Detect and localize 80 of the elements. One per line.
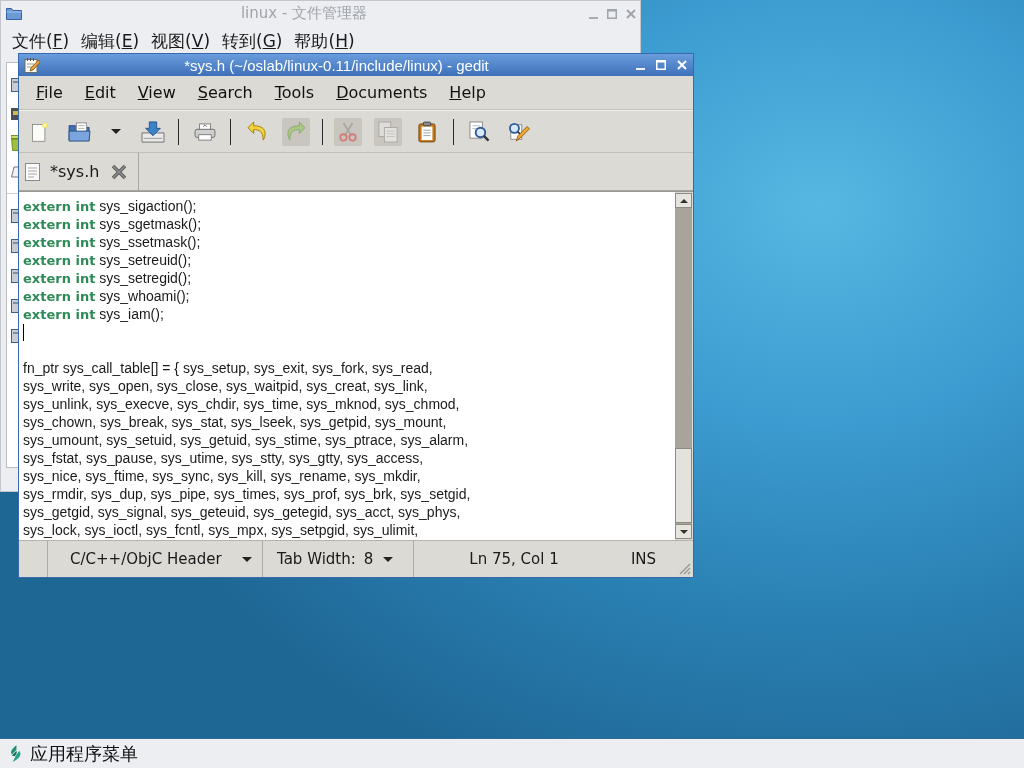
language-dropdown[interactable]: C/C++/ObjC Header — [48, 541, 263, 577]
scrollbar-thumb[interactable] — [675, 448, 692, 523]
close-icon — [626, 8, 636, 19]
scroll-up-button[interactable] — [675, 193, 692, 208]
code-line: extern int sys_sgetmask(); — [23, 214, 202, 234]
cursor-position: Ln 75, Col 1 — [469, 550, 559, 568]
menu-item[interactable]: 视图(V) — [145, 27, 216, 55]
caret-down-icon — [111, 129, 121, 134]
text-editor[interactable] — [19, 192, 675, 540]
code-line: sys_chown, sys_break, sys_stat, sys_lseek, sys_getpid, sys_mount, — [23, 413, 447, 431]
close-icon — [111, 163, 128, 180]
tab-width-dropdown[interactable]: Tab Width: 8 — [263, 541, 414, 577]
menu-item[interactable]: 文件(F) — [6, 27, 76, 55]
menu-item[interactable]: 转到(G) — [216, 27, 289, 55]
close-button[interactable] — [675, 58, 689, 72]
code-line: sys_rmdir, sys_dup, sys_pipe, sys_times, sys_prof, sys_brk, sys_setgid, — [23, 485, 471, 503]
folder-icon — [6, 7, 22, 20]
document-icon — [25, 162, 40, 181]
minimize-icon — [588, 16, 598, 19]
drive-icon[interactable] — [11, 268, 18, 284]
scroll-down-button[interactable] — [675, 524, 692, 539]
magnifier-pencil-icon — [507, 121, 530, 142]
menu-item[interactable]: Help — [438, 80, 497, 105]
caret-down-icon — [383, 556, 394, 562]
code-line: extern int sys_iam(); — [23, 304, 164, 324]
device-icon[interactable] — [11, 105, 18, 122]
tray-arrow-icon — [140, 120, 165, 143]
code-line: extern int sys_setregid(); — [23, 268, 192, 288]
document-icon — [32, 121, 48, 142]
maximize-icon — [656, 60, 666, 70]
close-tab-button[interactable] — [111, 163, 128, 180]
code-line: sys_write, sys_open, sys_close, sys_waitpid, sys_creat, sys_link, — [23, 377, 428, 395]
resize-grip-icon[interactable] — [679, 563, 691, 575]
caret-down-icon — [242, 556, 252, 562]
maximize-icon — [607, 8, 617, 19]
code-line: extern int sys_whoami(); — [23, 286, 190, 306]
menu-item[interactable]: File — [25, 80, 74, 105]
redo-icon — [286, 121, 306, 142]
code-line: extern int sys_setreuid(); — [23, 250, 192, 270]
code-line: sys_fstat, sys_pause, sys_utime, sys_stty, sys_gtty, sys_access, — [23, 449, 424, 467]
window-title: *sys.h (~/oslab/linux-0.11/include/linux) - gedit — [184, 56, 489, 74]
text-cursor — [23, 323, 24, 341]
folder-icon — [67, 121, 92, 142]
drive-icon[interactable] — [11, 328, 18, 344]
insert-mode-indicator: INS — [630, 550, 657, 568]
menu-item[interactable]: View — [126, 80, 187, 105]
minimize-icon — [635, 68, 645, 70]
copy-icon — [377, 120, 398, 143]
printer-icon — [193, 122, 216, 141]
menu-item[interactable]: 编辑(E) — [75, 27, 146, 55]
code-line: sys_lock, sys_ioctl, sys_fcntl, sys_mpx, sys_setpgid, sys_ulimit, — [23, 521, 419, 539]
leaf-icon — [9, 744, 22, 763]
code-line: extern int sys_ssetmask(); — [23, 232, 201, 252]
close-icon — [677, 60, 687, 70]
menu-item[interactable]: Edit — [73, 80, 127, 105]
scissors-icon — [338, 121, 358, 142]
code-line: fn_ptr sys_call_table[] = { sys_setup, sys_exit, sys_fork, sys_read, — [23, 359, 433, 377]
drive-icon[interactable] — [11, 76, 18, 93]
menu-item[interactable]: Tools — [263, 80, 326, 105]
window-title: linux - 文件管理器 — [240, 4, 368, 23]
code-line: sys_nice, sys_ftime, sys_sync, sys_kill, sys_rename, sys_mkdir, — [23, 467, 421, 485]
menu-item[interactable]: Documents — [325, 80, 439, 105]
drive-icon[interactable] — [11, 208, 18, 224]
drive-icon[interactable] — [11, 298, 18, 314]
code-line: extern int sys_sigaction(); — [23, 196, 197, 216]
code-line: sys_umount, sys_setuid, sys_getuid, sys_stime, sys_ptrace, sys_alarm, — [23, 431, 469, 449]
undo-icon — [247, 121, 266, 142]
menu-item[interactable]: Search — [186, 80, 264, 105]
code-line: sys_unlink, sys_execve, sys_chdir, sys_time, sys_mknod, sys_chmod, — [23, 395, 460, 413]
clipboard-icon — [418, 120, 436, 143]
menu-item[interactable]: 帮助(H) — [288, 27, 361, 55]
trash-icon[interactable] — [11, 134, 18, 151]
caret-up-icon — [679, 198, 688, 203]
code-line: sys_getgid, sys_signal, sys_geteuid, sys_getegid, sys_acct, sys_phys, — [23, 503, 461, 521]
document-magnifier-icon — [468, 121, 490, 142]
maximize-button[interactable] — [654, 58, 668, 72]
notepad-icon — [24, 57, 40, 73]
drive-icon[interactable] — [11, 238, 18, 254]
caret-down-icon — [679, 529, 688, 534]
application-menu-button[interactable]: 应用程序菜单 — [9, 741, 138, 766]
